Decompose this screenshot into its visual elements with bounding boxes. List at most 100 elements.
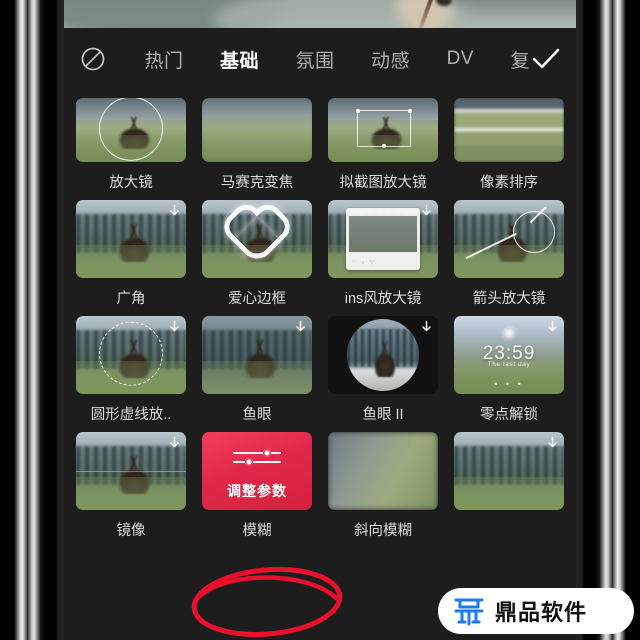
effect-thumbnail[interactable]	[202, 98, 312, 162]
effect-item-diagonal-blur[interactable]: 斜向模糊	[328, 432, 438, 540]
crop-box-icon	[355, 108, 413, 149]
ins-frame-photo	[349, 215, 417, 253]
effects-row: 圆形虚线放.. 鱼眼 鱼眼 II 23:59 The last day • • …	[76, 316, 564, 424]
app-viewport: 热门 基础 氛围 动感 DV 复 放大镜 马赛克变焦 拟截图放大镜 像素排序 广…	[64, 0, 576, 640]
tab-retro[interactable]: 复	[510, 46, 530, 73]
download-icon[interactable]	[167, 203, 182, 218]
thumb-photo	[202, 98, 312, 162]
ding-logo-icon	[454, 598, 484, 626]
slider-track-1	[233, 449, 281, 458]
tab-dv[interactable]: DV	[447, 48, 474, 70]
effect-thumbnail-selected[interactable]: 调整参数	[202, 432, 312, 510]
mirror-axis-icon	[76, 471, 186, 472]
tab-atmosphere[interactable]: 氛围	[296, 46, 335, 73]
effect-label: 拟截图放大镜	[339, 175, 427, 191]
effect-label: 斜向模糊	[354, 523, 412, 539]
download-icon[interactable]	[419, 203, 434, 218]
effect-item-screenshot-magnifier[interactable]: 拟截图放大镜	[328, 98, 438, 192]
effects-row: 放大镜 马赛克变焦 拟截图放大镜 像素排序	[76, 98, 564, 192]
download-icon[interactable]	[545, 435, 560, 450]
effect-thumbnail[interactable]	[454, 432, 564, 510]
watermark-text: 鼎品软件	[495, 600, 588, 625]
ins-frame-icon: ♡ ○ ▽	[345, 207, 421, 271]
effect-thumbnail[interactable]	[76, 316, 186, 394]
effect-thumbnail[interactable]	[202, 316, 312, 394]
adjust-sliders-icon	[202, 449, 312, 467]
photo-grass	[76, 477, 186, 510]
photo-grass	[454, 477, 564, 510]
effect-thumbnail[interactable]: ♡ ○ ▽	[328, 200, 438, 278]
fisheye-deer	[374, 352, 396, 377]
fisheye-circle-icon	[347, 319, 419, 391]
effect-label: 镜像	[116, 523, 146, 539]
tab-basic[interactable]: 基础	[220, 46, 259, 73]
effect-thumbnail[interactable]	[328, 432, 438, 510]
photo-grass	[202, 135, 312, 162]
effect-category-tabbar: 热门 基础 氛围 动感 DV 复	[64, 28, 576, 90]
download-icon[interactable]	[545, 319, 560, 334]
phone-bezel-left	[0, 0, 64, 640]
effect-item-partial-last[interactable]	[454, 432, 564, 540]
effect-item-arrow-magnifier[interactable]: 箭头放大镜	[454, 200, 564, 308]
thumb-photo	[328, 432, 438, 510]
photo-grass	[454, 245, 564, 278]
thumb-photo	[454, 98, 564, 162]
effect-item-fisheye[interactable]: 鱼眼	[202, 316, 312, 424]
video-preview[interactable]	[64, 0, 576, 28]
effect-label: 鱼眼 II	[362, 407, 404, 423]
photo-grass	[202, 361, 312, 394]
magnifier-ring-icon	[99, 98, 163, 161]
tab-dynamic[interactable]: 动感	[371, 46, 410, 73]
effect-item-heart-frame[interactable]: 爱心边框	[202, 200, 312, 308]
effect-label: 圆形虚线放..	[90, 407, 172, 423]
download-icon[interactable]	[419, 319, 434, 334]
effect-thumbnail[interactable]: 23:59 The last day • • •	[454, 316, 564, 394]
effect-label: 放大镜	[109, 175, 153, 191]
effect-label: 模糊	[242, 523, 272, 539]
dashed-circle-icon	[99, 321, 163, 386]
photo-sun	[504, 328, 514, 339]
slider-track-2	[233, 458, 281, 467]
tab-hot[interactable]: 热门	[145, 46, 184, 73]
watermark-badge: 鼎品软件	[438, 588, 634, 634]
effect-thumbnail[interactable]	[328, 98, 438, 162]
photo-sky	[202, 98, 312, 119]
effect-thumbnail[interactable]	[454, 98, 564, 162]
effect-label: ins风放大镜	[344, 291, 422, 307]
effect-item-fisheye-2[interactable]: 鱼眼 II	[328, 316, 438, 424]
photo-grass	[76, 245, 186, 278]
effect-item-magnifier[interactable]: 放大镜	[76, 98, 186, 192]
effect-label: 广角	[116, 291, 146, 307]
effect-item-mosaic-zoom[interactable]: 马赛克变焦	[202, 98, 312, 192]
effect-thumbnail[interactable]	[76, 432, 186, 510]
adjust-params-label: 调整参数	[227, 483, 287, 499]
check-icon[interactable]	[530, 46, 562, 72]
effects-row: 镜像 调整参数 模糊 斜向模糊	[76, 432, 564, 540]
download-icon[interactable]	[167, 435, 182, 450]
ins-frame-actions: ♡ ○ ▽	[351, 259, 376, 266]
effect-thumbnail[interactable]	[454, 200, 564, 278]
effect-thumbnail[interactable]	[76, 98, 186, 162]
effect-thumbnail[interactable]	[76, 200, 186, 278]
effect-item-midnight-unlock[interactable]: 23:59 The last day • • • 零点解锁	[454, 316, 564, 424]
effect-thumbnail[interactable]	[202, 200, 312, 278]
effect-thumbnail[interactable]	[328, 316, 438, 394]
download-icon[interactable]	[167, 319, 182, 334]
effect-label: 像素排序	[480, 175, 538, 191]
lockscreen-subtitle: The last day	[487, 361, 531, 369]
effect-item-blur-selected[interactable]: 调整参数 模糊	[202, 432, 312, 540]
download-icon[interactable]	[293, 319, 308, 334]
effect-label: 鱼眼	[242, 407, 272, 423]
effect-item-mirror[interactable]: 镜像	[76, 432, 186, 540]
effect-item-pixel-sort[interactable]: 像素排序	[454, 98, 564, 192]
effects-row: 广角 爱心边框 ♡ ○ ▽ ins风放大镜 箭头放大镜	[76, 200, 564, 308]
effect-item-ins-magnifier[interactable]: ♡ ○ ▽ ins风放大镜	[328, 200, 438, 308]
screenshot-root: 热门 基础 氛围 动感 DV 复 放大镜 马赛克变焦 拟截图放大镜 像素排序 广…	[0, 0, 640, 640]
effect-item-wide-angle[interactable]: 广角	[76, 200, 186, 308]
lockscreen-dots: • • •	[494, 378, 524, 389]
effect-label: 箭头放大镜	[472, 291, 546, 307]
effect-item-dashed-circle-magnifier[interactable]: 圆形虚线放..	[76, 316, 186, 424]
effect-label: 零点解锁	[480, 407, 538, 423]
phone-bezel-right	[576, 0, 640, 640]
no-effect-icon[interactable]	[78, 44, 108, 74]
